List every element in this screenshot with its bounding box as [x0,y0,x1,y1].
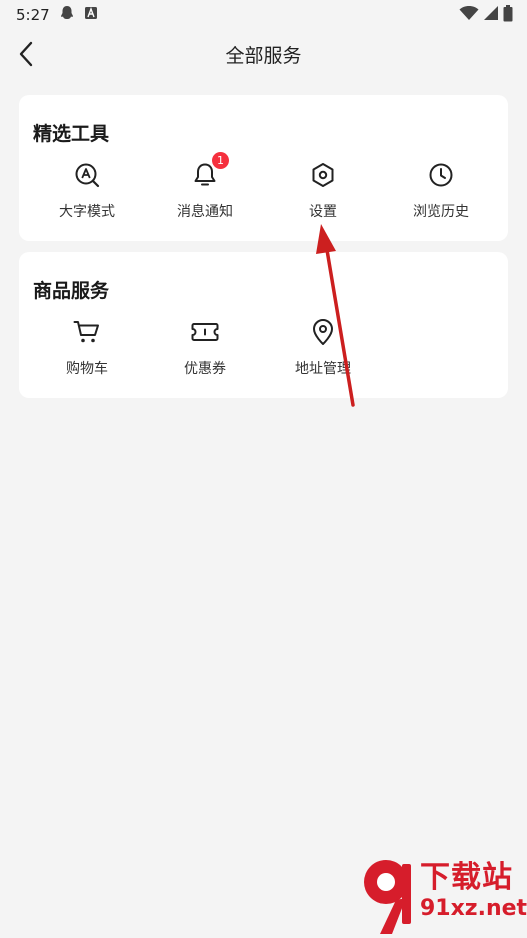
item-label: 设置 [309,204,337,220]
battery-icon [503,4,513,26]
signal-icon [483,5,499,25]
address-management-button[interactable]: 地址管理 [264,318,382,378]
item-label: 优惠券 [184,361,226,377]
item-label: 地址管理 [295,361,351,377]
watermark-logo [364,860,411,934]
goods-grid: 购物车 优惠券 地址管理 [28,318,500,378]
shopping-cart-button[interactable]: 购物车 [28,318,146,378]
app-notification-icon [84,6,98,24]
tools-grid: 大字模式 1 消息通知 设置 浏览历史 [28,152,500,221]
qq-notification-icon [60,5,74,25]
status-time: 5:27 [16,6,50,24]
section-title: 商品服务 [33,280,110,302]
page-title: 全部服务 [225,45,302,67]
status-left: 5:27 [16,5,98,25]
bell-icon: 1 [191,152,229,189]
section-title: 精选工具 [33,123,110,145]
section-card-goods: 商品服务 购物车 优惠券 地址管理 [19,252,508,398]
watermark-url: 91xz.net [420,896,527,921]
settings-button[interactable]: 设置 [264,161,382,221]
nav-bar: 全部服务 [0,30,527,78]
clock-icon [427,161,455,189]
location-pin-icon [309,318,337,346]
coupon-button[interactable]: 优惠券 [146,318,264,378]
settings-hexagon-icon [309,161,337,189]
item-label: 消息通知 [177,204,233,220]
large-font-icon [73,161,101,189]
watermark-text: 下载站 [420,860,513,895]
item-label: 浏览历史 [413,204,469,220]
message-notification-button[interactable]: 1 消息通知 [146,152,264,221]
notification-badge: 1 [212,152,229,169]
section-card-tools: 精选工具 大字模式 1 消息通知 设置 浏览历史 [19,95,508,241]
cart-icon [73,318,101,346]
large-font-mode-button[interactable]: 大字模式 [28,161,146,221]
item-label: 大字模式 [59,204,115,220]
wifi-icon [459,5,479,25]
browse-history-button[interactable]: 浏览历史 [382,161,500,221]
coupon-icon [191,318,219,346]
item-label: 购物车 [66,361,108,377]
status-bar: 5:27 [0,0,527,30]
status-right [459,4,513,26]
watermark: 下载站 91xz.net [358,850,527,938]
